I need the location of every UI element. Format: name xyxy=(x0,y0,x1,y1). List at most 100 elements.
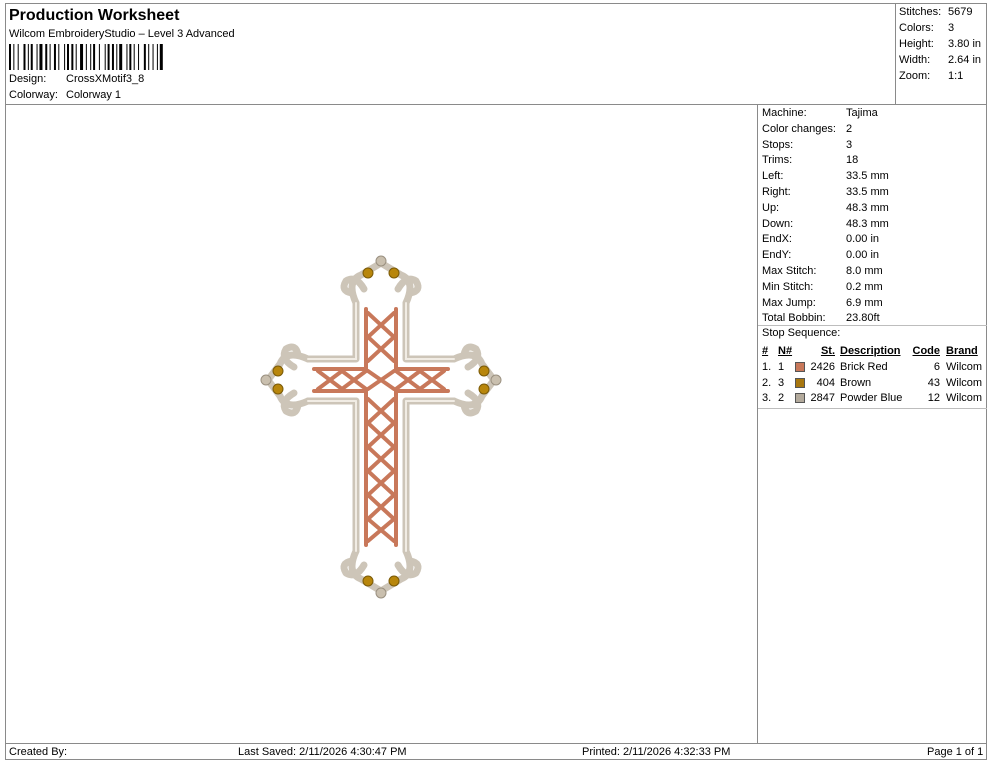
info-label: Max Jump: xyxy=(762,296,816,309)
info-label: Max Stitch: xyxy=(762,265,817,277)
info-value: 33.5 mm xyxy=(846,170,889,183)
divider xyxy=(758,408,987,409)
thread-brand: Wilcom xyxy=(946,361,983,373)
thread-description: Powder Blue xyxy=(840,392,903,404)
info-label: Color changes: xyxy=(762,122,836,135)
needle-number: 2 xyxy=(778,392,785,404)
stat-label: Height: xyxy=(899,38,934,50)
column-header: Description xyxy=(840,345,901,357)
machine-info-row: Down: 48.3 mm xyxy=(762,218,889,230)
color-swatch xyxy=(795,362,805,372)
machine-info-row: Min Stitch: 0.2 mm xyxy=(762,281,883,293)
machine-info-row: EndX: 0.00 in xyxy=(762,233,879,245)
row-index: 3. xyxy=(762,392,772,404)
machine-info-row: Left: 33.5 mm xyxy=(762,170,889,182)
thread-description: Brown xyxy=(840,376,872,389)
info-label: Right: xyxy=(762,186,791,198)
machine-info-row: Up: 48.3 mm xyxy=(762,202,889,214)
info-label: Min Stitch: xyxy=(762,280,814,293)
printed-date: Printed: 2/11/2026 4:32:33 PM xyxy=(582,746,731,758)
column-header: # xyxy=(762,345,769,357)
stop-sequence-title: Stop Sequence: xyxy=(762,327,841,339)
design-preview-canvas xyxy=(6,105,758,743)
thread-code: 43 xyxy=(927,376,940,389)
stat-zoom: Zoom: 1:1 xyxy=(899,70,963,82)
color-swatch xyxy=(795,377,805,388)
colorway-row: Colorway: Colorway 1 xyxy=(9,89,121,101)
design-label: Design: xyxy=(9,73,47,85)
colorway-label: Colorway: xyxy=(9,89,58,101)
stat-value: 3 xyxy=(948,22,955,34)
info-value: 0.00 in xyxy=(846,249,880,262)
column-header: Code xyxy=(912,345,941,357)
page-number: Page 1 of 1 xyxy=(927,746,984,758)
stat-value: 1:1 xyxy=(948,70,964,82)
machine-info-row: Color changes: 2 xyxy=(762,123,852,135)
info-value: 33.5 mm xyxy=(846,186,889,198)
embroidery-cross-design xyxy=(260,255,502,599)
row-index: 1. xyxy=(762,361,772,373)
row-index: 2. xyxy=(762,376,772,389)
outline-powder-blue xyxy=(264,259,498,595)
stat-stitches: Stitches: 5679 xyxy=(899,6,972,18)
stitch-count: 2426 xyxy=(810,361,835,373)
colorway-value: Colorway 1 xyxy=(66,89,122,101)
worksheet-frame: Production Worksheet Wilcom EmbroiderySt… xyxy=(5,3,987,760)
info-label: Up: xyxy=(762,201,780,214)
info-label: Left: xyxy=(762,170,784,183)
inner-brick-red xyxy=(312,307,450,547)
column-header: N# xyxy=(778,345,793,357)
thread-brand: Wilcom xyxy=(946,392,983,404)
stat-value: 2.64 in xyxy=(948,54,982,66)
barcode-image xyxy=(9,44,163,70)
thread-code: 12 xyxy=(927,392,940,404)
stat-label: Width: xyxy=(899,54,931,66)
thread-description: Brick Red xyxy=(840,361,888,373)
thread-brand: Wilcom xyxy=(946,376,983,389)
divider xyxy=(758,325,987,326)
machine-info-row: Max Stitch: 8.0 mm xyxy=(762,265,883,277)
stat-label: Colors: xyxy=(899,22,934,34)
stop-sequence-row: 2. 3 404 Brown 43 Wilcom xyxy=(758,377,987,392)
stat-value: 5679 xyxy=(948,6,973,18)
machine-info-panel: Machine: Tajima Color changes: 2 Stops: 3 Trim… xyxy=(758,105,987,743)
bead-powder-blue xyxy=(260,255,502,599)
machine-info-row: Machine: Tajima xyxy=(762,107,878,119)
outline-highlight xyxy=(307,302,455,552)
info-label: Machine: xyxy=(762,107,807,119)
column-header: Brand xyxy=(946,345,978,357)
last-saved: Last Saved: 2/11/2026 4:30:47 PM xyxy=(238,746,407,758)
page-title: Production Worksheet xyxy=(9,7,180,24)
info-value: 2 xyxy=(846,122,853,135)
machine-info-row: Trims: 18 xyxy=(762,154,858,166)
stop-sequence-row: 1. 1 2426 Brick Red 6 Wilcom xyxy=(758,361,987,376)
needle-number: 3 xyxy=(778,376,785,389)
stat-height: Height: 3.80 in xyxy=(899,38,981,50)
info-label: Trims: xyxy=(762,154,793,167)
info-value: 8.0 mm xyxy=(846,265,883,277)
needle-number: 1 xyxy=(778,361,785,373)
stats-box: Stitches: 5679 Colors: 3 Height: 3.80 in Wi… xyxy=(896,4,987,105)
bead-brown xyxy=(272,267,490,587)
info-value: 18 xyxy=(846,154,859,167)
info-value: 23.80ft xyxy=(846,312,880,325)
software-subtitle: Wilcom EmbroideryStudio – Level 3 Advanc… xyxy=(9,28,235,40)
thread-code: 6 xyxy=(933,361,940,373)
machine-info-row: Right: 33.5 mm xyxy=(762,186,889,198)
worksheet-header: Production Worksheet Wilcom EmbroiderySt… xyxy=(6,4,896,105)
stat-colors: Colors: 3 xyxy=(899,22,954,34)
stop-sequence-header: # N# St. Description Code Brand xyxy=(758,345,987,360)
info-label: Down: xyxy=(762,217,794,230)
machine-info-row: EndY: 0.00 in xyxy=(762,249,879,261)
created-by: Created By: xyxy=(9,746,68,758)
machine-info-row: Total Bobbin: 23.80ft xyxy=(762,312,880,324)
stitch-count: 404 xyxy=(816,376,835,389)
info-value: 3 xyxy=(846,138,853,151)
machine-info-row: Stops: 3 xyxy=(762,139,852,151)
info-value: Tajima xyxy=(846,107,878,119)
design-value: CrossXMotif3_8 xyxy=(66,73,145,85)
info-label: EndX: xyxy=(762,233,792,246)
info-label: EndY: xyxy=(762,249,792,262)
info-label: Total Bobbin: xyxy=(762,312,826,325)
stat-value: 3.80 in xyxy=(948,38,982,50)
